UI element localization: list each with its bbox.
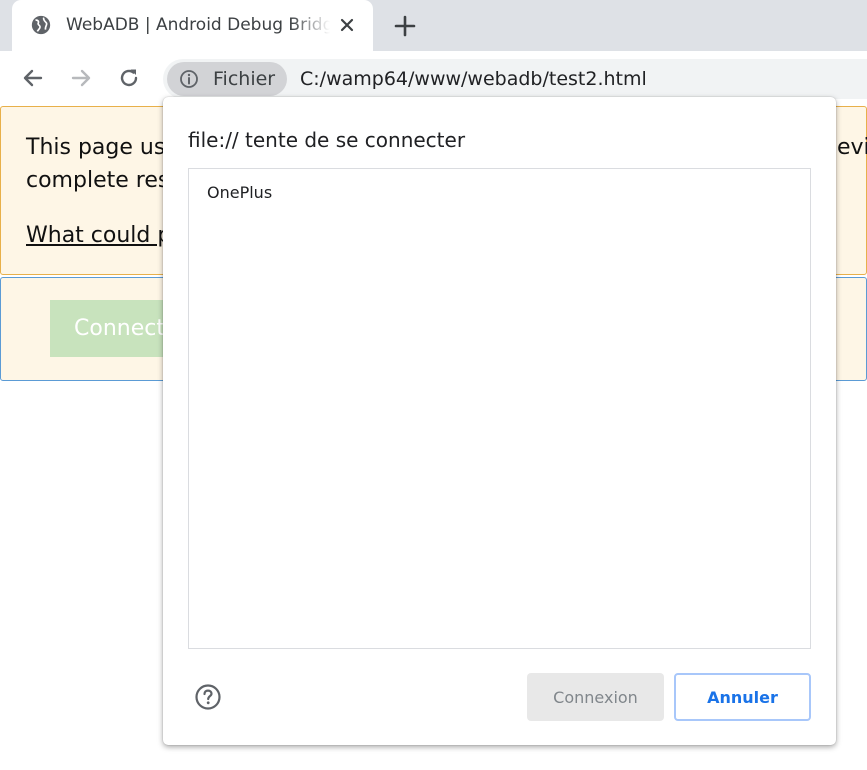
arrow-left-icon[interactable]: [19, 64, 47, 92]
tab-strip: WebADB | Android Debug Bridge: [0, 0, 867, 51]
annuler-button[interactable]: Annuler: [674, 673, 811, 721]
device-list: OnePlus: [188, 168, 811, 649]
close-icon[interactable]: [337, 15, 357, 35]
tab-title: WebADB | Android Debug Bridge: [66, 15, 330, 35]
reload-icon[interactable]: [115, 64, 143, 92]
info-icon: [180, 70, 198, 88]
device-item-oneplus[interactable]: OnePlus: [189, 177, 810, 209]
url-text[interactable]: C:/wamp64/www/webadb/test2.html: [300, 68, 647, 90]
browser-tab[interactable]: WebADB | Android Debug Bridge: [12, 0, 373, 51]
connexion-button[interactable]: Connexion: [527, 673, 664, 721]
usb-permission-dialog: file:// tente de se connecter OnePlus Co…: [163, 97, 836, 745]
dialog-title: file:// tente de se connecter: [188, 128, 466, 152]
site-info-chip[interactable]: Fichier: [167, 62, 287, 96]
warning-text-line1: This page us: [26, 135, 166, 160]
site-info-label: Fichier: [213, 68, 276, 90]
help-circle-icon[interactable]: [194, 683, 222, 711]
arrow-right-icon[interactable]: [67, 64, 95, 92]
plus-icon[interactable]: [391, 12, 419, 40]
address-bar[interactable]: Fichier C:/wamp64/www/webadb/test2.html: [163, 59, 867, 99]
globe-icon: [31, 15, 51, 35]
what-could-go-wrong-link[interactable]: What could p: [26, 221, 171, 251]
warning-text-line1-end: evic: [837, 135, 867, 160]
warning-text-line2: complete res: [26, 168, 170, 193]
